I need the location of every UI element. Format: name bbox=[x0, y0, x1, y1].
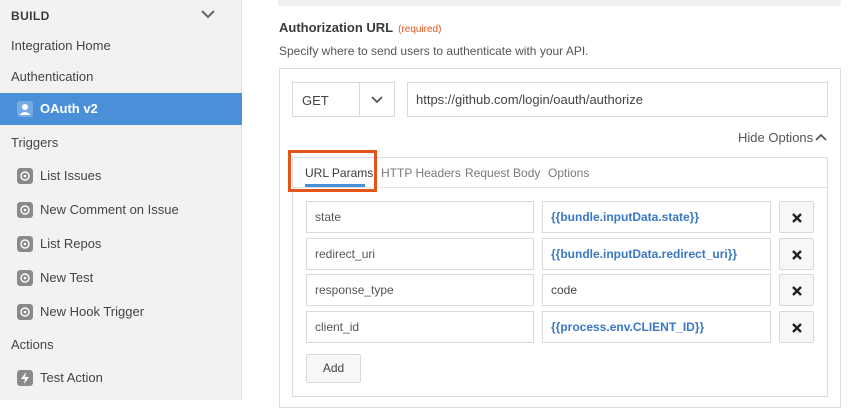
lightning-icon bbox=[17, 370, 33, 386]
auth-url-description: Specify where to send users to authentic… bbox=[279, 44, 589, 58]
chevron-down-icon bbox=[371, 96, 383, 104]
sidebar-item-new-comment-on-issue[interactable]: New Comment on Issue bbox=[0, 194, 242, 226]
sidebar-item-label: Test Action bbox=[40, 370, 103, 385]
trigger-icon bbox=[17, 236, 33, 252]
param-value-input[interactable] bbox=[542, 274, 771, 306]
close-icon bbox=[792, 323, 802, 333]
auth-url-label: Authorization URL bbox=[279, 20, 394, 35]
delete-param-button[interactable] bbox=[779, 274, 814, 306]
hide-options-toggle[interactable]: Hide Options bbox=[738, 130, 813, 145]
sidebar-heading-actions: Actions bbox=[11, 337, 54, 352]
method-divider bbox=[359, 83, 360, 116]
required-marker: (required) bbox=[398, 24, 442, 35]
sidebar-item-integration-home[interactable]: Integration Home bbox=[11, 38, 111, 53]
method-value: GET bbox=[302, 93, 329, 108]
top-strip bbox=[278, 0, 841, 6]
auth-url-title: Authorization URL (required) bbox=[279, 20, 441, 35]
sidebar-section-build: BUILD bbox=[11, 9, 50, 23]
sidebar-item-list-issues[interactable]: List Issues bbox=[0, 160, 242, 192]
sidebar-item-list-repos[interactable]: List Repos bbox=[0, 228, 242, 260]
tab-options[interactable]: Options bbox=[548, 166, 589, 180]
method-select[interactable]: GET bbox=[292, 82, 395, 117]
highlight-box bbox=[288, 150, 377, 192]
trigger-icon bbox=[17, 304, 33, 320]
delete-param-button[interactable] bbox=[779, 311, 814, 343]
sidebar-item-authentication[interactable]: Authentication bbox=[11, 69, 93, 84]
sidebar-item-label: List Issues bbox=[40, 168, 102, 183]
close-icon bbox=[792, 213, 802, 223]
sidebar-item-label: New Comment on Issue bbox=[40, 202, 179, 217]
param-key-input[interactable] bbox=[306, 311, 534, 343]
sidebar-item-label: OAuth v2 bbox=[40, 101, 98, 116]
add-param-button[interactable]: Add bbox=[306, 354, 361, 383]
sidebar-item-label: New Hook Trigger bbox=[40, 304, 145, 319]
sidebar-item-label: List Repos bbox=[40, 236, 102, 251]
delete-param-button[interactable] bbox=[779, 201, 814, 233]
tab-http-headers[interactable]: HTTP Headers bbox=[381, 166, 461, 180]
url-input[interactable] bbox=[407, 82, 828, 117]
chevron-up-icon[interactable] bbox=[814, 131, 828, 143]
sidebar-item-new-hook-trigger[interactable]: New Hook Trigger bbox=[0, 296, 242, 328]
param-key-input[interactable] bbox=[306, 274, 534, 306]
trigger-icon bbox=[17, 168, 33, 184]
person-icon bbox=[17, 101, 33, 117]
tab-request-body[interactable]: Request Body bbox=[465, 166, 540, 180]
sidebar-item-test-action[interactable]: Test Action bbox=[0, 362, 242, 394]
param-key-input[interactable] bbox=[306, 201, 534, 233]
sidebar-heading-triggers: Triggers bbox=[11, 135, 59, 150]
param-value-input[interactable] bbox=[542, 201, 771, 233]
param-value-input[interactable] bbox=[542, 311, 771, 343]
close-icon bbox=[792, 250, 802, 260]
param-value-input[interactable] bbox=[542, 238, 771, 270]
delete-param-button[interactable] bbox=[779, 238, 814, 270]
sidebar-item-new-test[interactable]: New Test bbox=[0, 262, 242, 294]
sidebar-item-label: New Test bbox=[40, 270, 94, 285]
chevron-down-icon[interactable] bbox=[200, 8, 216, 20]
trigger-icon bbox=[17, 202, 33, 218]
param-key-input[interactable] bbox=[306, 238, 534, 270]
close-icon bbox=[792, 286, 802, 296]
sidebar-item-oauth-v2[interactable]: OAuth v2 bbox=[0, 93, 242, 125]
trigger-icon bbox=[17, 270, 33, 286]
sidebar: BUILD Integration Home Authentication OA… bbox=[0, 0, 242, 400]
